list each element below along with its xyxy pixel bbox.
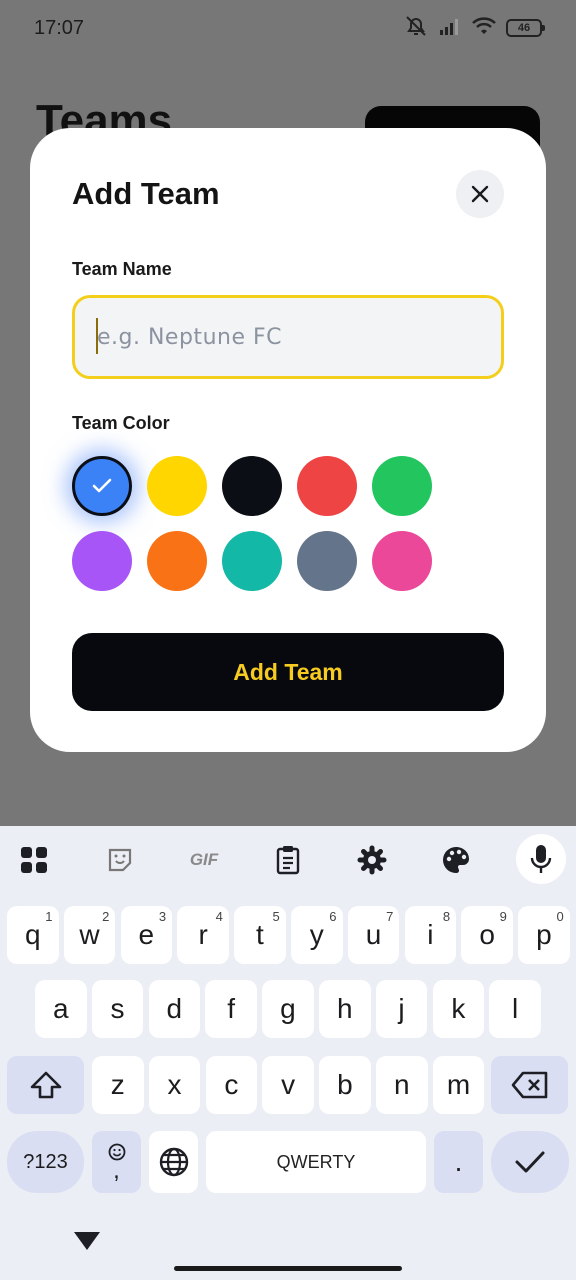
key-q[interactable]: q1 bbox=[7, 906, 59, 964]
key-j[interactable]: j bbox=[375, 980, 428, 1038]
backspace-icon bbox=[511, 1071, 547, 1099]
palette-icon[interactable] bbox=[436, 840, 476, 880]
key-v[interactable]: v bbox=[262, 1056, 314, 1114]
key-e[interactable]: e3 bbox=[120, 906, 173, 964]
key-hint: 5 bbox=[272, 909, 280, 924]
color-swatch[interactable] bbox=[297, 456, 357, 516]
status-bar: 17:07 46 bbox=[0, 0, 576, 56]
period-key[interactable]: . bbox=[434, 1131, 483, 1193]
color-swatch[interactable] bbox=[72, 531, 132, 591]
color-swatch[interactable] bbox=[222, 531, 282, 591]
shift-icon bbox=[30, 1071, 61, 1099]
comma-label: , bbox=[113, 1157, 120, 1184]
key-hint: 2 bbox=[102, 909, 110, 924]
key-hint: 7 bbox=[386, 909, 394, 924]
mic-icon bbox=[530, 845, 552, 873]
collapse-keyboard-icon[interactable] bbox=[72, 1230, 102, 1257]
soft-keyboard: GIF q1w2e3r4t5y6u7i8o9p0 asdfghjkl zxcvbnm… bbox=[0, 826, 576, 1280]
color-swatch[interactable] bbox=[372, 531, 432, 591]
sticker-icon[interactable] bbox=[100, 840, 140, 880]
keyboard-toolbar: GIF bbox=[0, 826, 576, 892]
team-name-input[interactable] bbox=[72, 295, 504, 379]
key-hint: 0 bbox=[556, 909, 564, 924]
team-color-label: Team Color bbox=[72, 413, 170, 433]
key-x[interactable]: x bbox=[148, 1056, 201, 1114]
globe-icon bbox=[159, 1147, 188, 1177]
emoji-comma-key[interactable]: , bbox=[92, 1131, 141, 1193]
key-m[interactable]: m bbox=[432, 1056, 485, 1114]
key-hint: 8 bbox=[442, 909, 451, 924]
key-y[interactable]: y6 bbox=[291, 906, 343, 964]
key-p[interactable]: p0 bbox=[518, 906, 570, 964]
key-i[interactable]: i8 bbox=[404, 906, 457, 964]
status-time: 17:07 bbox=[34, 16, 85, 39]
check-icon bbox=[515, 1151, 545, 1173]
add-team-modal: Add Team Team Name Team Color Add Team bbox=[30, 128, 546, 752]
color-swatch[interactable] bbox=[222, 456, 282, 516]
key-hint: 1 bbox=[45, 909, 53, 924]
gif-icon[interactable]: GIF bbox=[182, 840, 226, 880]
close-button[interactable] bbox=[456, 170, 504, 218]
key-b[interactable]: b bbox=[319, 1056, 371, 1114]
key-hint: 9 bbox=[499, 909, 507, 924]
modal-title: Add Team bbox=[72, 176, 220, 211]
key-t[interactable]: t5 bbox=[234, 906, 286, 964]
key-l[interactable]: l bbox=[489, 980, 541, 1038]
key-z[interactable]: z bbox=[92, 1056, 144, 1114]
settings-icon[interactable] bbox=[352, 840, 392, 880]
add-team-button[interactable]: Add Team bbox=[72, 633, 504, 711]
clipboard-icon[interactable] bbox=[268, 840, 308, 880]
enter-key[interactable] bbox=[491, 1131, 569, 1193]
color-swatch[interactable] bbox=[372, 456, 432, 516]
key-o[interactable]: o9 bbox=[461, 906, 513, 964]
key-r[interactable]: r4 bbox=[177, 906, 229, 964]
key-a[interactable]: a bbox=[35, 980, 87, 1038]
space-key[interactable]: QWERTY bbox=[206, 1131, 426, 1193]
key-f[interactable]: f bbox=[205, 980, 257, 1038]
symbols-key[interactable]: ?123 bbox=[7, 1131, 84, 1193]
key-s[interactable]: s bbox=[91, 980, 144, 1038]
key-d[interactable]: d bbox=[148, 980, 201, 1038]
key-hint: 4 bbox=[215, 909, 223, 924]
key-hint: 3 bbox=[158, 909, 167, 924]
key-k[interactable]: k bbox=[432, 980, 485, 1038]
close-icon bbox=[471, 185, 489, 203]
mute-icon bbox=[404, 15, 428, 42]
signal-icon bbox=[438, 16, 462, 41]
color-swatch[interactable] bbox=[297, 531, 357, 591]
mic-button[interactable] bbox=[516, 834, 566, 884]
color-swatch[interactable] bbox=[72, 456, 132, 516]
text-caret bbox=[96, 318, 98, 354]
apps-icon[interactable] bbox=[14, 840, 54, 880]
key-c[interactable]: c bbox=[205, 1056, 258, 1114]
gesture-bar[interactable] bbox=[174, 1266, 402, 1271]
key-h[interactable]: h bbox=[319, 980, 371, 1038]
language-key[interactable] bbox=[149, 1131, 198, 1193]
key-hint: 6 bbox=[329, 909, 337, 924]
battery-icon: 46 bbox=[506, 19, 545, 37]
team-name-label: Team Name bbox=[72, 259, 172, 279]
key-u[interactable]: u7 bbox=[347, 906, 400, 964]
color-swatch[interactable] bbox=[147, 531, 207, 591]
backspace-key[interactable] bbox=[491, 1056, 568, 1114]
key-g[interactable]: g bbox=[262, 980, 314, 1038]
wifi-icon bbox=[472, 16, 496, 41]
key-n[interactable]: n bbox=[376, 1056, 428, 1114]
shift-key[interactable] bbox=[7, 1056, 84, 1114]
key-w[interactable]: w2 bbox=[63, 906, 116, 964]
color-swatch[interactable] bbox=[147, 456, 207, 516]
status-icons: 46 bbox=[404, 15, 545, 42]
check-icon bbox=[92, 478, 112, 493]
